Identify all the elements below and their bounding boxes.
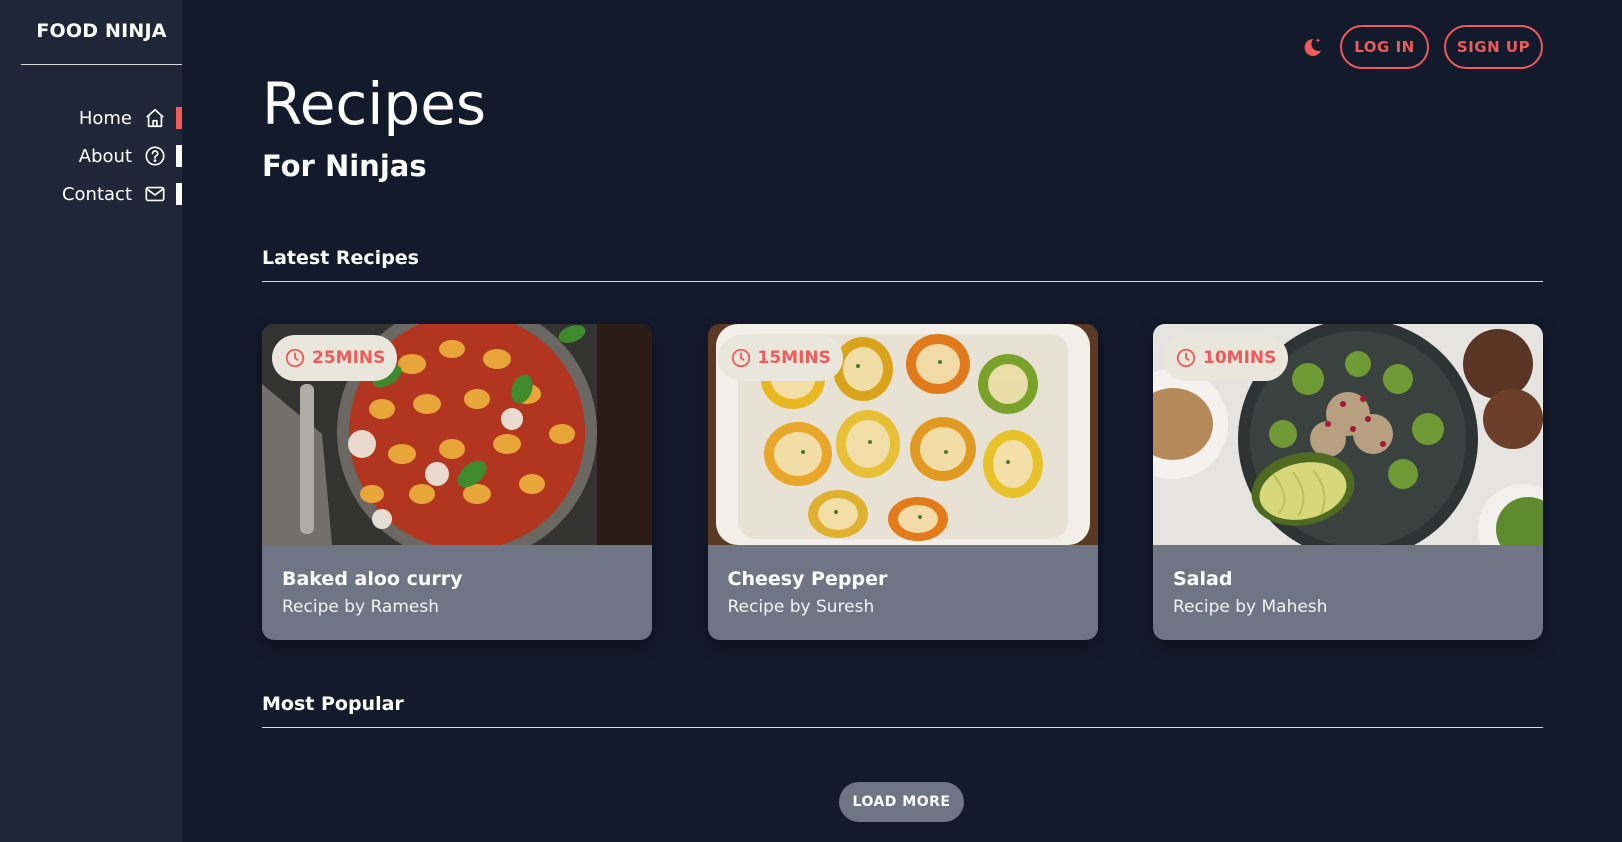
recipe-card-body: Baked aloo curry Recipe by Ramesh (262, 545, 652, 620)
mail-icon (144, 183, 166, 205)
recipe-card-list: 25MINS Baked aloo curry Recipe by Ramesh (262, 324, 1543, 640)
app-root: FOOD NINJA Home About Contact LOG IN SIG… (0, 0, 1622, 842)
cook-time-badge: 15MINS (717, 335, 843, 381)
sidebar-item-label: Home (78, 107, 132, 129)
signup-button[interactable]: SIGN UP (1444, 25, 1543, 69)
page-title: Recipes (262, 70, 487, 138)
clock-icon (731, 348, 750, 368)
cook-time-badge: 10MINS (1163, 335, 1289, 381)
help-circle-icon (144, 145, 166, 167)
home-icon (144, 107, 166, 129)
sidebar-item-home[interactable]: Home (0, 99, 182, 137)
login-button[interactable]: LOG IN (1340, 25, 1429, 69)
header-actions: LOG IN SIGN UP (1300, 25, 1543, 69)
cook-time-badge: 25MINS (272, 335, 398, 381)
recipe-author: Recipe by Ramesh (282, 597, 439, 617)
recipe-card-body: Salad Recipe by Mahesh (1153, 545, 1543, 620)
sidebar-item-label: About (78, 145, 132, 167)
brand-logo[interactable]: FOOD NINJA (21, 0, 182, 65)
cook-time-text: 10MINS (1203, 348, 1277, 368)
load-more-button[interactable]: LOAD MORE (839, 782, 964, 822)
sidebar-item-contact[interactable]: Contact (0, 175, 182, 213)
nav-indicator (176, 145, 182, 167)
moon-icon[interactable] (1300, 35, 1324, 59)
recipe-author: Recipe by Suresh (727, 597, 875, 617)
sidebar-nav: Home About Contact (0, 99, 182, 213)
sidebar: FOOD NINJA Home About Contact (0, 0, 182, 842)
active-indicator (176, 107, 182, 129)
recipe-title: Salad (1173, 568, 1233, 590)
recipe-image: 10MINS (1153, 324, 1543, 545)
clock-icon (1176, 348, 1196, 368)
recipe-card[interactable]: 10MINS Salad Recipe by Mahesh (1153, 324, 1543, 640)
sidebar-item-about[interactable]: About (0, 137, 182, 175)
nav-indicator (176, 183, 182, 205)
recipe-image: 15MINS (707, 324, 1098, 545)
section-heading-latest: Latest Recipes (262, 247, 1543, 282)
clock-icon (285, 348, 305, 368)
recipe-author: Recipe by Mahesh (1173, 597, 1328, 617)
recipe-title: Baked aloo curry (282, 568, 463, 590)
sidebar-item-label: Contact (61, 183, 132, 205)
cook-time-text: 15MINS (757, 348, 831, 368)
section-heading-popular: Most Popular (262, 693, 1543, 728)
page-subtitle: For Ninjas (262, 149, 427, 183)
cook-time-text: 25MINS (312, 348, 386, 368)
recipe-card[interactable]: 25MINS Baked aloo curry Recipe by Ramesh (262, 324, 652, 640)
recipe-card[interactable]: 15MINS Cheesy Pepper Recipe by Suresh (707, 324, 1098, 640)
recipe-image: 25MINS (262, 324, 652, 545)
recipe-title: Cheesy Pepper (727, 568, 888, 590)
recipe-card-body: Cheesy Pepper Recipe by Suresh (708, 545, 1098, 620)
